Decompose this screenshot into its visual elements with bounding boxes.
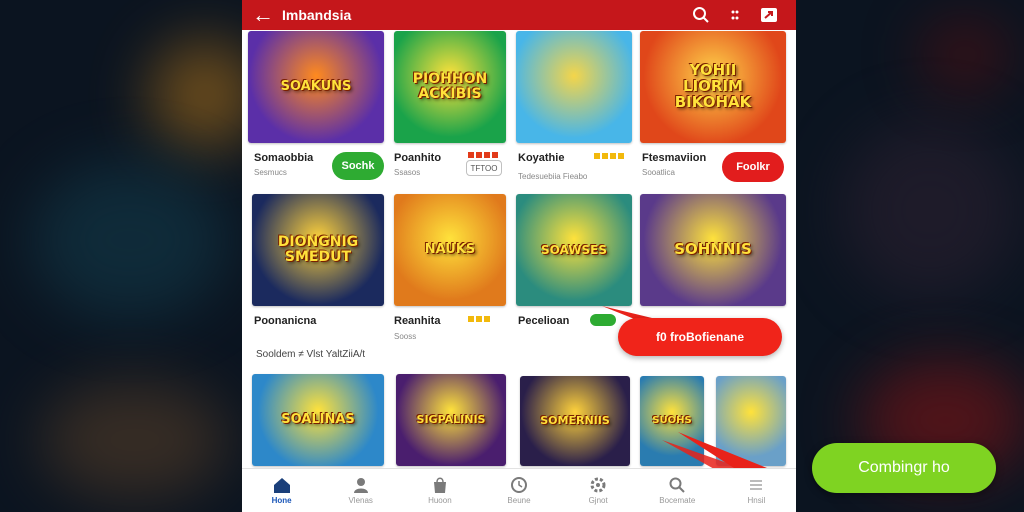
game-art-title: SOAWSES <box>541 242 607 257</box>
game-subtitle: Sooatlica <box>642 168 675 177</box>
nav-settings[interactable]: Gjnot <box>559 469 638 512</box>
game-tile[interactable]: SIGPALINIS <box>396 374 506 466</box>
game-title: Poonanicna <box>254 315 317 327</box>
more-options-icon[interactable] <box>718 8 752 22</box>
game-subtitle: Ssasos <box>394 168 421 177</box>
game-tile[interactable]: SOALINAS <box>252 374 384 466</box>
nav-label: Hone <box>271 496 292 505</box>
game-tile[interactable] <box>516 31 632 143</box>
nav-more[interactable]: Hnsil <box>717 469 796 512</box>
home-icon <box>273 478 290 493</box>
nav-label: Vlenas <box>348 496 373 505</box>
share-icon[interactable] <box>752 7 786 23</box>
nav-label: Huoon <box>428 496 452 505</box>
person-icon <box>353 478 368 493</box>
nav-search[interactable]: Bocemate <box>638 469 717 512</box>
rating-stars <box>468 316 490 322</box>
game-title: Koyathie <box>518 152 565 164</box>
game-art-title: DIONGNIG SMEDUT <box>277 234 359 265</box>
install-button[interactable]: Sochk <box>332 152 384 180</box>
game-tile[interactable]: YOHII LIORIM BIKOHAK <box>640 31 786 143</box>
game-title: Pecelioan <box>518 315 570 327</box>
game-art-title <box>747 417 755 425</box>
bottom-navigation: Hone Vlenas Huoon Beune Gjnot Bocemate H… <box>242 468 796 512</box>
search-icon <box>669 477 685 493</box>
game-art-title: PIOHHON ACKIBIS <box>412 71 488 102</box>
gear-icon <box>590 477 606 493</box>
nav-home[interactable]: Hone <box>242 469 321 512</box>
game-tile[interactable]: SOHNNIS <box>640 194 786 306</box>
nav-label: Beune <box>507 496 531 505</box>
game-subtitle: Sooss <box>394 332 417 341</box>
game-subtitle: Sesmucs <box>254 168 287 177</box>
game-tile[interactable]: PIOHHON ACKIBIS <box>394 31 506 143</box>
nav-label: Gjnot <box>588 496 608 505</box>
game-art-title: YOHII LIORIM BIKOHAK <box>674 61 752 111</box>
bag-icon <box>433 477 446 493</box>
top-app-bar: ← Imbandsia <box>242 0 796 30</box>
game-title: Poanhito <box>394 152 442 164</box>
game-tile[interactable]: NAUKS <box>394 194 506 306</box>
game-art-title: SOAKUNS <box>280 79 352 95</box>
price-badge: TFTOO <box>466 160 502 176</box>
game-tile[interactable]: SOMERNIIS <box>520 376 630 466</box>
game-art-title <box>570 83 578 91</box>
game-tile[interactable]: SUOHS <box>640 376 704 466</box>
progress-pill <box>590 314 616 326</box>
game-title: Reanhita <box>394 315 441 327</box>
game-tile[interactable]: DIONGNIG SMEDUT <box>252 194 384 306</box>
nav-label: Hnsil <box>747 496 766 505</box>
app-screen: ← Imbandsia SOAKUNS PIOHHON ACKIBIS YOHI… <box>242 0 796 512</box>
game-subtitle: Tedesuebiia Fieabo <box>518 172 588 181</box>
game-art-title: SOMERNIIS <box>540 414 610 428</box>
game-art-title: SIGPALINIS <box>416 413 486 427</box>
menu-icon <box>750 480 763 490</box>
clock-icon <box>510 477 527 493</box>
game-title: Ftesmaviion <box>642 152 707 164</box>
rating-stars <box>594 153 624 159</box>
rating-stars <box>468 152 498 158</box>
game-art-title: SOHNNIS <box>674 240 752 259</box>
game-tile[interactable] <box>716 376 786 466</box>
nav-history[interactable]: Beune <box>479 469 558 512</box>
nav-people[interactable]: Vlenas <box>321 469 400 512</box>
callout-banner[interactable]: f0 froBofienane <box>618 318 782 356</box>
section-heading: Sooldem ≠ Vlst YaltZiiA/t <box>256 349 366 360</box>
search-icon[interactable] <box>684 6 718 24</box>
game-art-title: SUOHS <box>652 414 692 426</box>
game-title: Somaobbia <box>254 152 314 164</box>
game-art-title: NAUKS <box>424 242 476 258</box>
game-tile[interactable]: SOAWSES <box>516 194 632 306</box>
buy-button[interactable]: Foolkr <box>722 152 784 182</box>
back-arrow-icon[interactable]: ← <box>252 4 276 26</box>
game-tile[interactable]: SOAKUNS <box>248 31 384 143</box>
game-art-title: SOALINAS <box>281 412 355 428</box>
nav-label: Bocemate <box>659 496 696 505</box>
cta-button[interactable]: Combingr ho <box>812 443 996 493</box>
app-title: Imbandsia <box>282 7 352 23</box>
nav-store[interactable]: Huoon <box>400 469 479 512</box>
